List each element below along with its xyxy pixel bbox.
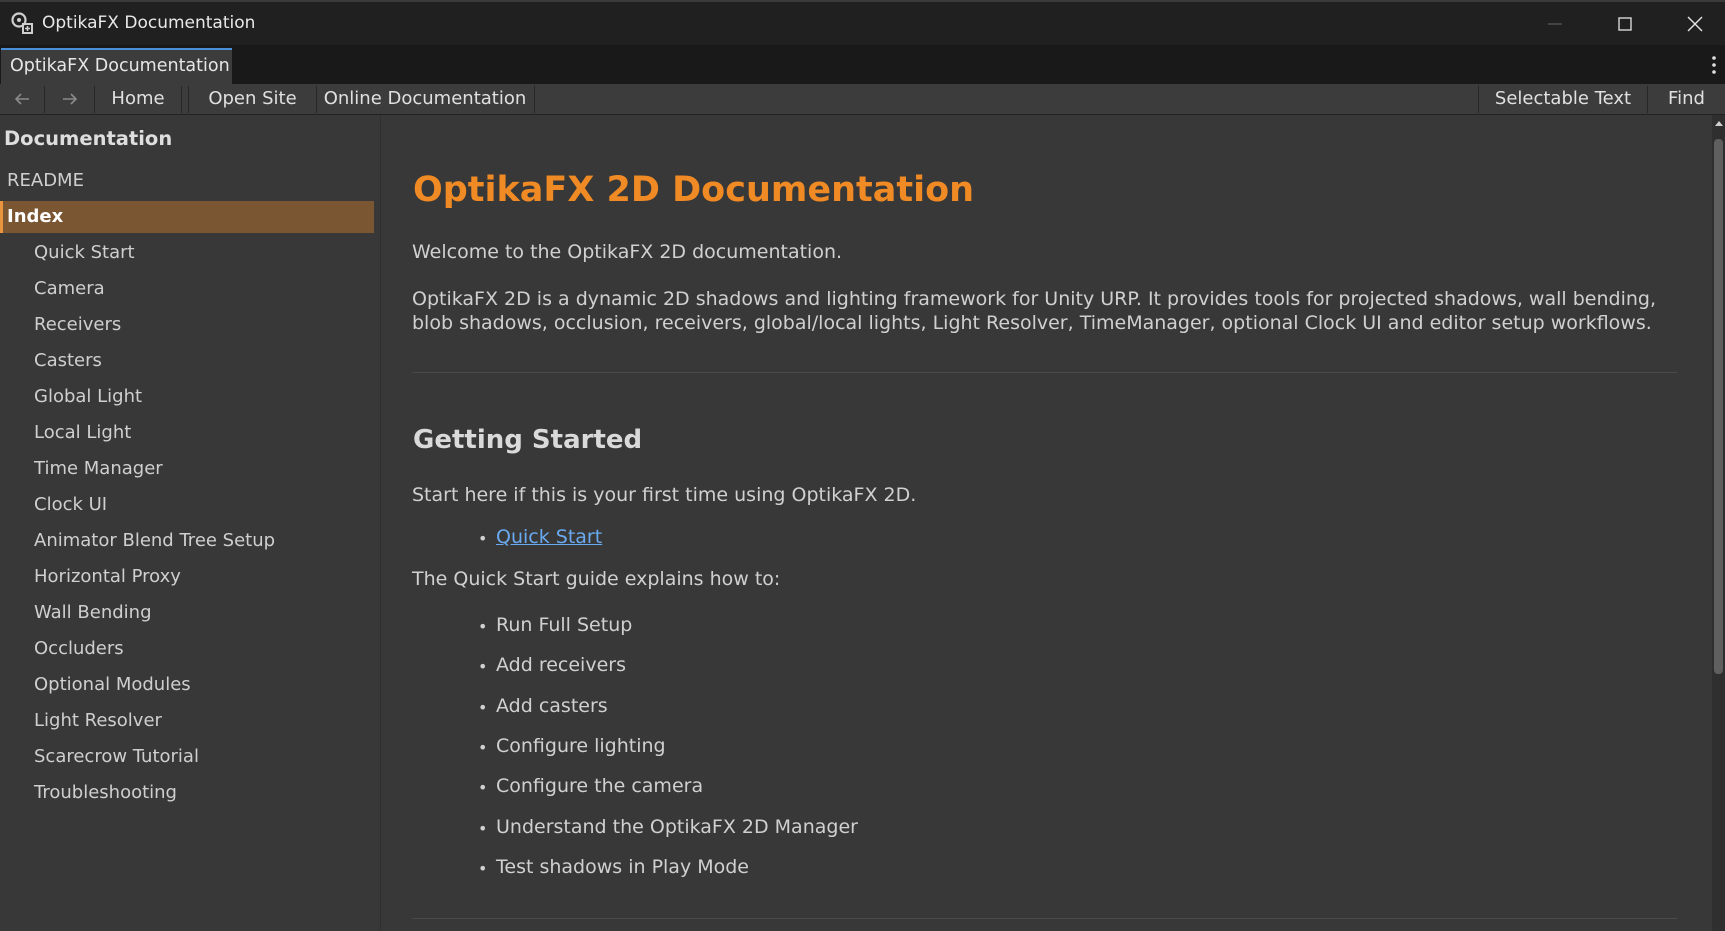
list-item: Understand the OptikaFX 2D Manager [478, 815, 858, 841]
list-item: Test shadows in Play Mode [478, 855, 749, 881]
tab-documentation[interactable]: OptikaFX Documentation [1, 48, 232, 84]
description-line-2: blob shadows, occlusion, receivers, glob… [412, 312, 1652, 334]
sidebar-item-light-resolver[interactable]: Light Resolver [0, 705, 374, 737]
list-item: Add casters [478, 694, 608, 720]
sidebar-item-receivers[interactable]: Receivers [0, 309, 374, 341]
maximize-icon [1618, 16, 1632, 31]
page-title: OptikaFX 2D Documentation [413, 170, 975, 210]
home-button[interactable]: Home [95, 84, 181, 114]
sidebar: Documentation README Index Quick Start C… [0, 115, 381, 931]
sidebar-item-troubleshooting[interactable]: Troubleshooting [0, 777, 374, 809]
close-icon [1687, 16, 1703, 31]
quick-start-explains: The Quick Start guide explains how to: [412, 568, 781, 590]
sidebar-item-global-light[interactable]: Global Light [0, 381, 374, 413]
minimize-button[interactable] [1520, 2, 1590, 45]
arrow-right-icon [63, 93, 78, 105]
sidebar-item-animator-blend-tree-setup[interactable]: Animator Blend Tree Setup [0, 525, 374, 557]
description-line-1: OptikaFX 2D is a dynamic 2D shadows and … [412, 288, 1656, 310]
sidebar-item-scarecrow-tutorial[interactable]: Scarecrow Tutorial [0, 741, 374, 773]
sidebar-item-camera[interactable]: Camera [0, 273, 374, 305]
sidebar-item-occluders[interactable]: Occluders [0, 633, 374, 665]
section-heading-getting-started: Getting Started [413, 425, 643, 455]
tab-strip: OptikaFX Documentation [0, 45, 1725, 84]
selectable-text-button[interactable]: Selectable Text [1479, 84, 1647, 114]
scroll-thumb[interactable] [1714, 139, 1723, 674]
list-item: Configure the camera [478, 774, 703, 800]
window-title: OptikaFX Documentation [42, 13, 256, 33]
main-content: OptikaFX 2D Documentation Welcome to the… [382, 115, 1712, 931]
sidebar-item-clock-ui[interactable]: Clock UI [0, 489, 374, 521]
open-site-button[interactable]: Open Site [189, 84, 316, 114]
sidebar-item-horizontal-proxy[interactable]: Horizontal Proxy [0, 561, 374, 593]
divider [412, 372, 1677, 373]
list-item: Run Full Setup [478, 613, 632, 639]
minimize-icon [1548, 23, 1562, 24]
sidebar-item-readme[interactable]: README [0, 165, 374, 197]
sidebar-item-wall-bending[interactable]: Wall Bending [0, 597, 374, 629]
quick-start-link[interactable]: Quick Start [496, 526, 602, 548]
unity-logo-icon [11, 12, 33, 34]
list-item: Quick Start [478, 525, 602, 551]
find-button[interactable]: Find [1648, 84, 1725, 114]
toolbar: Home Open Site Online Documentation Sele… [0, 84, 1725, 115]
getting-started-intro: Start here if this is your first time us… [412, 484, 917, 506]
maximize-button[interactable] [1590, 2, 1660, 45]
back-button[interactable] [6, 84, 38, 114]
vertical-scrollbar[interactable] [1712, 115, 1725, 931]
arrow-left-icon [14, 93, 29, 105]
list-item: Configure lighting [478, 734, 666, 760]
scroll-up-arrow-icon[interactable] [1715, 121, 1723, 126]
sidebar-item-casters[interactable]: Casters [0, 345, 374, 377]
sidebar-header: Documentation [4, 127, 173, 150]
list-item: Add receivers [478, 653, 626, 679]
sidebar-item-index[interactable]: Index [0, 201, 374, 233]
sidebar-item-optional-modules[interactable]: Optional Modules [0, 669, 374, 701]
title-bar: OptikaFX Documentation [0, 0, 1725, 45]
sidebar-item-quick-start[interactable]: Quick Start [0, 237, 374, 269]
kebab-menu-icon[interactable] [1709, 54, 1719, 76]
divider [412, 918, 1677, 919]
welcome-text: Welcome to the OptikaFX 2D documentation… [412, 241, 843, 263]
sidebar-item-time-manager[interactable]: Time Manager [0, 453, 374, 485]
online-documentation-button[interactable]: Online Documentation [317, 84, 533, 114]
sidebar-item-local-light[interactable]: Local Light [0, 417, 374, 449]
close-button[interactable] [1660, 2, 1725, 45]
forward-button[interactable] [54, 84, 86, 114]
